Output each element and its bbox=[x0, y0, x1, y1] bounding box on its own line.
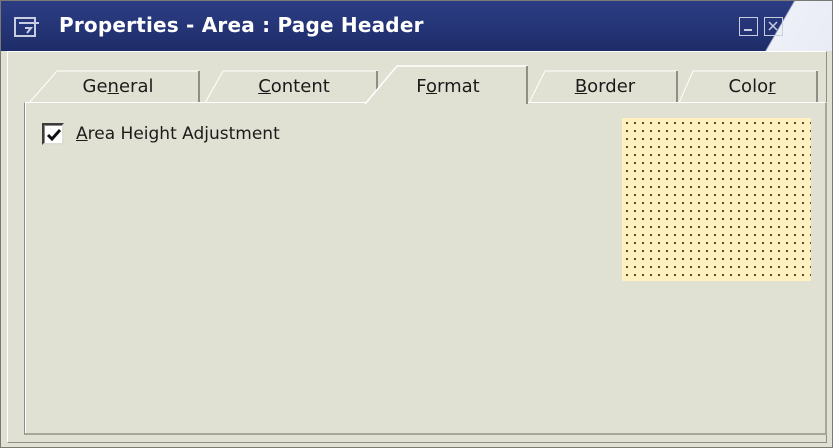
tab-border[interactable]: Border bbox=[529, 70, 681, 103]
area-height-adjustment-row[interactable]: Area Height Adjustment bbox=[42, 122, 280, 146]
tab-content-label: Content bbox=[258, 76, 330, 97]
minimize-icon bbox=[744, 29, 752, 31]
tab-general-label: General bbox=[82, 76, 154, 97]
area-height-adjustment-checkbox[interactable] bbox=[42, 123, 64, 145]
minimize-button[interactable] bbox=[739, 17, 758, 36]
checkmark-icon bbox=[46, 129, 62, 142]
properties-dialog: Properties - Area : Page Header General … bbox=[0, 0, 833, 448]
close-icon bbox=[768, 21, 778, 31]
tab-color[interactable]: Color bbox=[679, 70, 825, 103]
close-button[interactable] bbox=[764, 17, 783, 36]
area-height-adjustment-label: Area Height Adjustment bbox=[76, 124, 280, 144]
window-title: Properties - Area : Page Header bbox=[59, 13, 424, 37]
tab-format[interactable]: Format bbox=[365, 65, 531, 104]
tab-content[interactable]: Content bbox=[205, 70, 383, 103]
tab-format-label: Format bbox=[416, 76, 480, 97]
tab-border-label: Border bbox=[574, 76, 636, 97]
format-preview bbox=[622, 118, 811, 281]
window-icon bbox=[14, 17, 39, 37]
title-bar[interactable]: Properties - Area : Page Header bbox=[1, 1, 832, 51]
tab-color-label: Color bbox=[728, 76, 776, 97]
tab-general[interactable]: General bbox=[29, 70, 207, 103]
